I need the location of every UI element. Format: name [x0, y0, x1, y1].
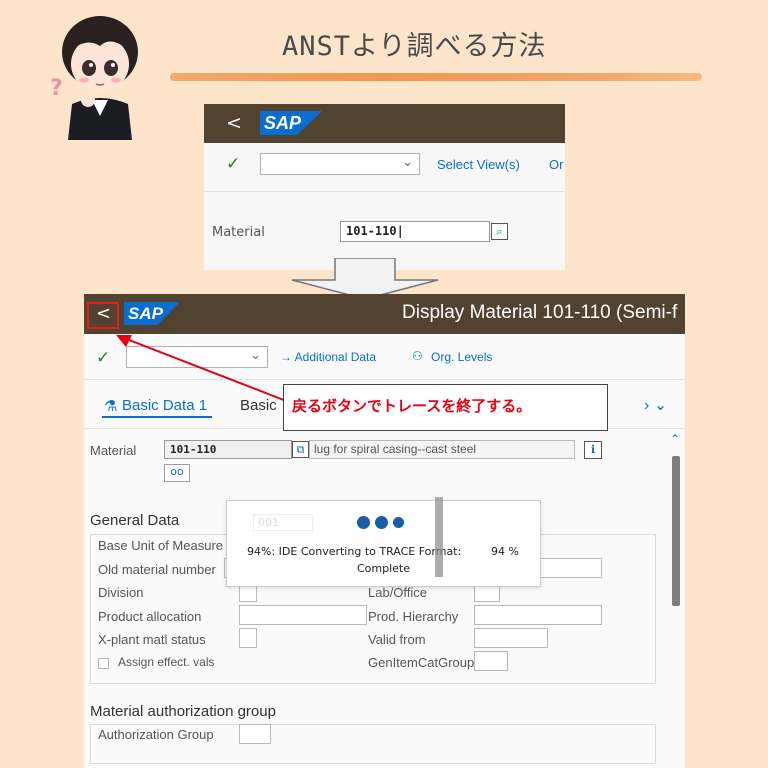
sap-logo: SAP [124, 302, 180, 325]
toolbar: ✓ ⌄ Select View(s) Or [204, 144, 565, 192]
progress-message-line2: Complete [357, 562, 411, 575]
org-levels-button[interactable]: Org. Levels [431, 350, 492, 364]
chevron-down-icon: ⌄ [402, 155, 413, 170]
authorization-group-field[interactable] [239, 724, 271, 744]
page-title: ANSTより調べる方法 [282, 31, 547, 62]
x-plant-status-field[interactable] [239, 628, 257, 648]
x-plant-status-label: X-plant matl status [98, 632, 206, 647]
scroll-up-icon[interactable]: ⌃ [670, 432, 680, 446]
vertical-scrollbar[interactable] [672, 456, 680, 606]
shell-bar: < SAP Display Material 101-110 (Semi-f [84, 294, 685, 334]
divider [204, 191, 565, 192]
faded-background-field: 001 [253, 514, 313, 531]
title-underline-brush [170, 73, 702, 81]
auth-group-title: Material authorization group [90, 703, 276, 720]
execute-check-icon[interactable]: ✓ [96, 348, 110, 368]
material-input[interactable]: 101-110| [340, 221, 490, 242]
org-levels-link-truncated[interactable]: Or [549, 157, 563, 172]
product-allocation-label: Product allocation [98, 609, 202, 624]
window-title: Display Material 101-110 (Semi-f [402, 302, 678, 323]
valid-from-label: Valid from [368, 632, 426, 647]
material-field: 101-110 [164, 440, 292, 459]
busy-dot-icon [375, 516, 388, 529]
question-mark-icon: ? [50, 76, 63, 101]
progress-dialog: 001 94%: IDE Converting to TRACE Format:… [226, 497, 541, 587]
material-label: Material [212, 225, 265, 240]
search-help-icon[interactable]: ⌕ [491, 223, 508, 240]
material-label: Material [90, 443, 137, 458]
material-description-field: lug for spiral casing--cast steel [309, 440, 575, 459]
authorization-group-label: Authorization Group [98, 727, 214, 742]
assign-effect-vals-checkbox[interactable] [98, 658, 109, 669]
copy-icon[interactable]: ⧉ [292, 441, 309, 458]
busy-dot-icon [357, 516, 370, 529]
progress-message: 94%: IDE Converting to TRACE Format: [247, 545, 462, 558]
progress-percent: 94 % [491, 545, 519, 558]
prod-hierarchy-field[interactable] [474, 605, 602, 625]
info-icon[interactable]: ℹ [584, 441, 602, 459]
active-tab-indicator [102, 416, 212, 418]
avatar [48, 8, 152, 140]
division-label: Division [98, 585, 144, 600]
background-scrollbar [435, 497, 443, 577]
command-dropdown[interactable]: ⌄ [260, 153, 420, 175]
org-levels-icon[interactable]: ⚇ [412, 349, 423, 363]
product-allocation-field[interactable] [239, 605, 367, 625]
back-button[interactable]: < [226, 112, 242, 134]
sap-logo: SAP [260, 111, 322, 135]
assign-effect-vals-label: Assign effect. vals [118, 655, 215, 669]
old-material-number-label: Old material number [98, 562, 216, 577]
red-pointer-arrow [116, 335, 295, 405]
busy-dot-icon [393, 517, 404, 528]
select-views-link[interactable]: Select View(s) [437, 157, 520, 172]
prod-hierarchy-label: Prod. Hierarchy [368, 609, 459, 624]
lab-office-label: Lab/Office [368, 585, 428, 600]
sap-screen-initial: < SAP ✓ ⌄ Select View(s) Or Material 101… [204, 104, 565, 270]
execute-check-icon[interactable]: ✓ [226, 154, 240, 174]
tab-scroll-icons[interactable]: › ⌄ [644, 395, 667, 415]
back-button-highlight [87, 302, 119, 329]
gen-item-cat-group-field[interactable] [474, 651, 508, 671]
general-data-title: General Data [90, 512, 180, 529]
callout-note: 戻るボタンでトレースを終了する。 [283, 384, 608, 431]
base-unit-label: Base Unit of Measure [98, 538, 224, 553]
valid-from-field[interactable] [474, 628, 548, 648]
gen-item-cat-group-label: GenItemCatGroup [368, 655, 475, 670]
glasses-icon[interactable]: oo [164, 464, 190, 482]
shell-bar: < SAP [204, 104, 565, 143]
